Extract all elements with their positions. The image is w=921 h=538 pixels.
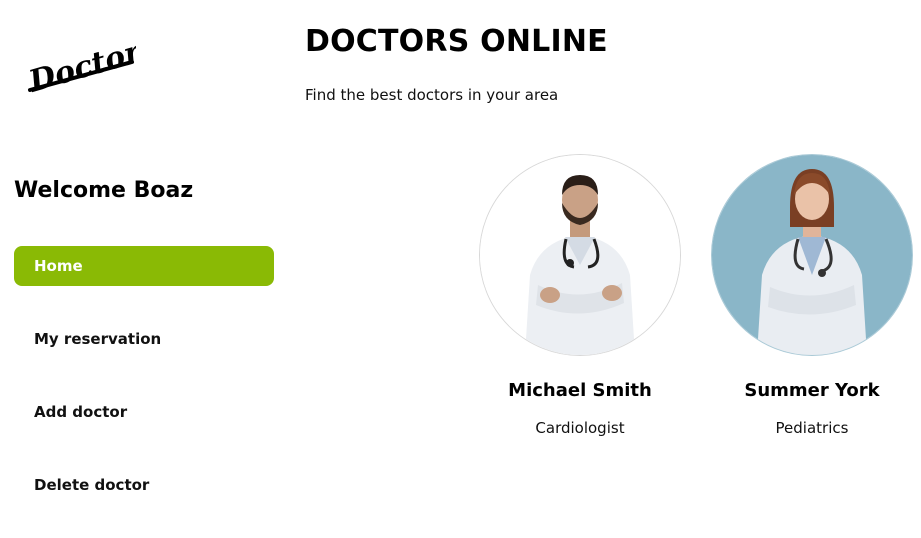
doctor-male-photo-icon xyxy=(480,155,680,355)
page-title: DOCTORS ONLINE xyxy=(305,24,608,59)
nav-item-delete-doctor[interactable]: Delete doctor xyxy=(14,465,274,505)
page-header: DOCTORS ONLINE xyxy=(305,24,608,59)
doctor-specialty: Cardiologist xyxy=(535,419,625,437)
nav-item-add-doctor[interactable]: Add doctor xyxy=(14,392,274,432)
nav-item-label: Add doctor xyxy=(34,403,128,421)
logo[interactable]: Doctors xyxy=(24,28,161,100)
doctor-avatar xyxy=(711,154,913,356)
doctor-avatar xyxy=(479,154,681,356)
doctor-specialty: Pediatrics xyxy=(775,419,849,437)
sidebar-nav: Home My reservation Add doctor Delete do… xyxy=(14,246,274,538)
doctor-female-photo-icon xyxy=(712,155,912,355)
nav-item-home[interactable]: Home xyxy=(14,246,274,286)
nav-item-label: Delete doctor xyxy=(34,476,150,494)
nav-item-label: My reservation xyxy=(34,330,162,348)
doctor-name: Summer York xyxy=(744,380,880,401)
nav-item-label: Home xyxy=(34,257,83,275)
doctors-logo-icon: Doctors xyxy=(24,30,161,100)
doctor-name: Michael Smith xyxy=(508,380,652,401)
welcome-message: Welcome Boaz xyxy=(14,178,194,203)
doctor-card[interactable]: Michael Smith Cardiologist xyxy=(479,154,681,437)
page-subtitle: Find the best doctors in your area xyxy=(305,86,559,104)
doctor-card[interactable]: Summer York Pediatrics xyxy=(711,154,913,437)
nav-item-my-reservation[interactable]: My reservation xyxy=(14,319,274,359)
